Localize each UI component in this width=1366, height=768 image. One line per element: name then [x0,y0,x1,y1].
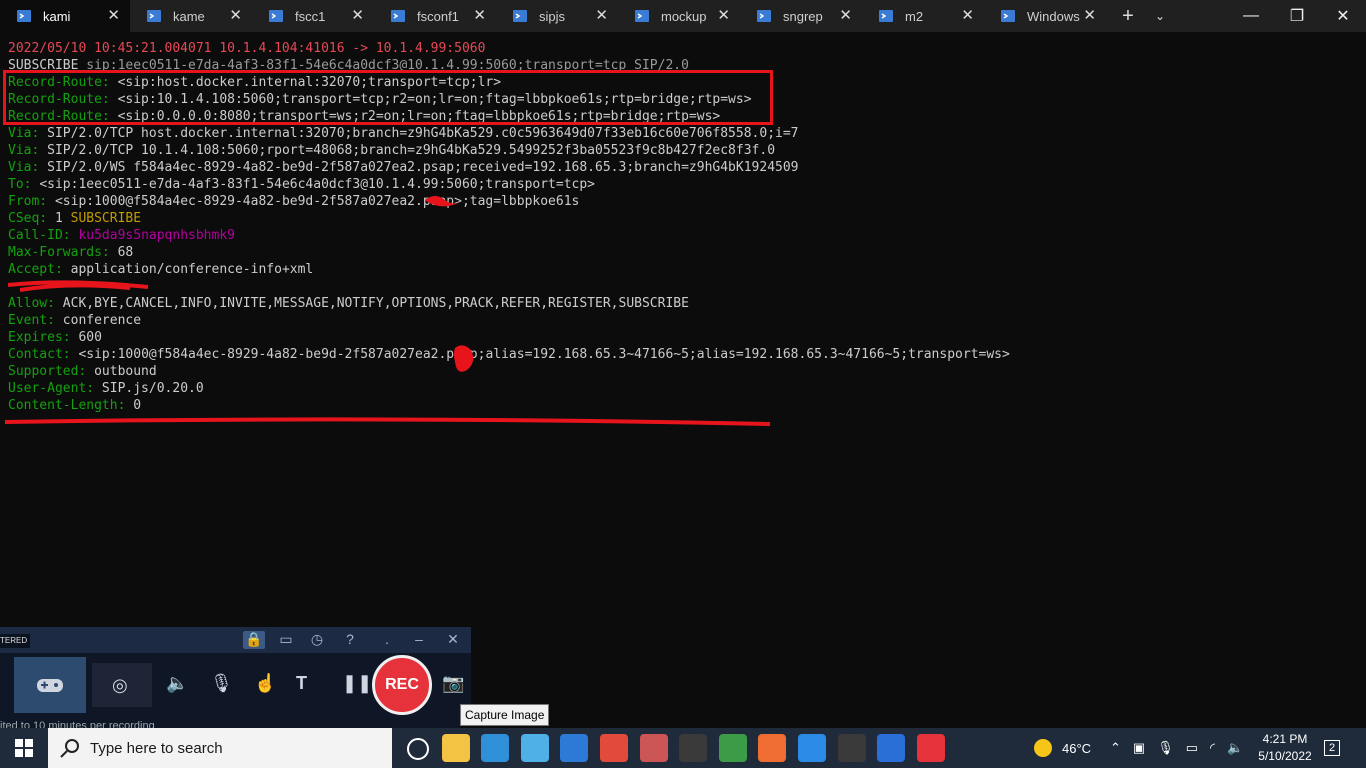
redaction-scribbles [4,196,771,426]
clock-icon[interactable]: ◷ [306,631,328,649]
edge-icon[interactable] [481,734,510,762]
start-button[interactable] [0,728,48,768]
camera-capture-icon[interactable]: 📷 [442,673,464,694]
dot-icon[interactable]: . [376,631,398,649]
game-mode-button[interactable] [14,657,86,713]
taskbar-search[interactable]: Type here to search [48,728,392,768]
text-icon[interactable]: T [296,673,307,694]
close-recorder-icon[interactable]: ✕ [442,631,464,649]
system-tray: ⌃ ▣ 🎙 ▭ ◜ 🔈 [1110,728,1243,768]
capture-image-tooltip: Capture Image [460,704,550,726]
click-effect-icon[interactable]: ☝ [254,673,276,694]
cmd-icon[interactable] [837,734,866,762]
notification-button[interactable]: 2 [1324,728,1341,768]
windows-icon [15,739,33,757]
record-button[interactable]: REC [372,655,432,715]
redaction-scribble-from [425,196,463,207]
minimize-recorder-icon[interactable]: – [408,631,430,649]
redaction-scribble-accept-underline [7,280,149,292]
chrome-icon[interactable] [600,734,628,762]
sheets-icon[interactable] [718,734,747,762]
recorder-status-tag: TERED [0,634,30,648]
recorder-icon[interactable] [916,734,945,762]
store-icon[interactable] [520,734,549,762]
task-view-icon[interactable] [407,738,429,760]
webcam-icon: ◎ [112,675,128,695]
microphone-icon[interactable]: 🎙 [210,673,233,694]
speaker-icon[interactable]: 🔈 [166,673,188,694]
clock[interactable]: 4:21 PM 5/10/2022 [1254,731,1316,765]
redaction-scribble-bottom-line [4,417,771,426]
clock-time: 4:21 PM [1262,732,1308,746]
vscode-icon[interactable] [798,734,826,762]
chevron-up-icon[interactable]: ⌃ [1110,740,1121,756]
gamepad-icon [37,679,63,692]
notification-count: 2 [1324,740,1341,756]
phone-icon[interactable] [877,734,906,762]
sun-icon [1034,739,1052,757]
chrome-profile-icon[interactable] [639,734,668,762]
help-icon[interactable]: ? [339,631,361,649]
postman-icon[interactable] [758,734,787,762]
recorder-controls: ◎ 🔈 🎙 ☝ T ❚❚ REC 📷 [0,653,471,717]
weather-widget[interactable]: 46°C [1034,728,1091,768]
webcam-button[interactable]: ◎ [92,663,152,707]
mail-icon[interactable] [560,734,589,762]
recorder-toolbar: TERED 🔒 ▭ ◷ ? . – ✕ [0,627,471,653]
terminal-icon[interactable] [679,734,708,762]
folder-icon[interactable]: ▭ [275,631,297,649]
wifi-icon[interactable]: ◜ [1210,740,1215,756]
meet-icon[interactable]: ▣ [1133,740,1145,756]
file-explorer-icon[interactable] [441,734,470,762]
weather-temp: 46°C [1062,740,1092,756]
battery-icon[interactable]: ▭ [1186,740,1198,756]
lock-icon[interactable]: 🔒 [243,631,265,649]
mic-tray-icon[interactable]: 🎙 [1157,740,1174,756]
clock-date: 5/10/2022 [1258,749,1312,763]
taskbar: Type here to search 46°C ⌃ ▣ 🎙 ▭ ◜ 🔈 4:2… [0,728,1366,768]
volume-icon[interactable]: 🔈 [1227,740,1243,756]
search-placeholder: Type here to search [90,739,223,757]
pause-icon[interactable]: ❚❚ [342,673,372,694]
search-icon [60,739,79,758]
redaction-scribble-contact [454,345,474,372]
